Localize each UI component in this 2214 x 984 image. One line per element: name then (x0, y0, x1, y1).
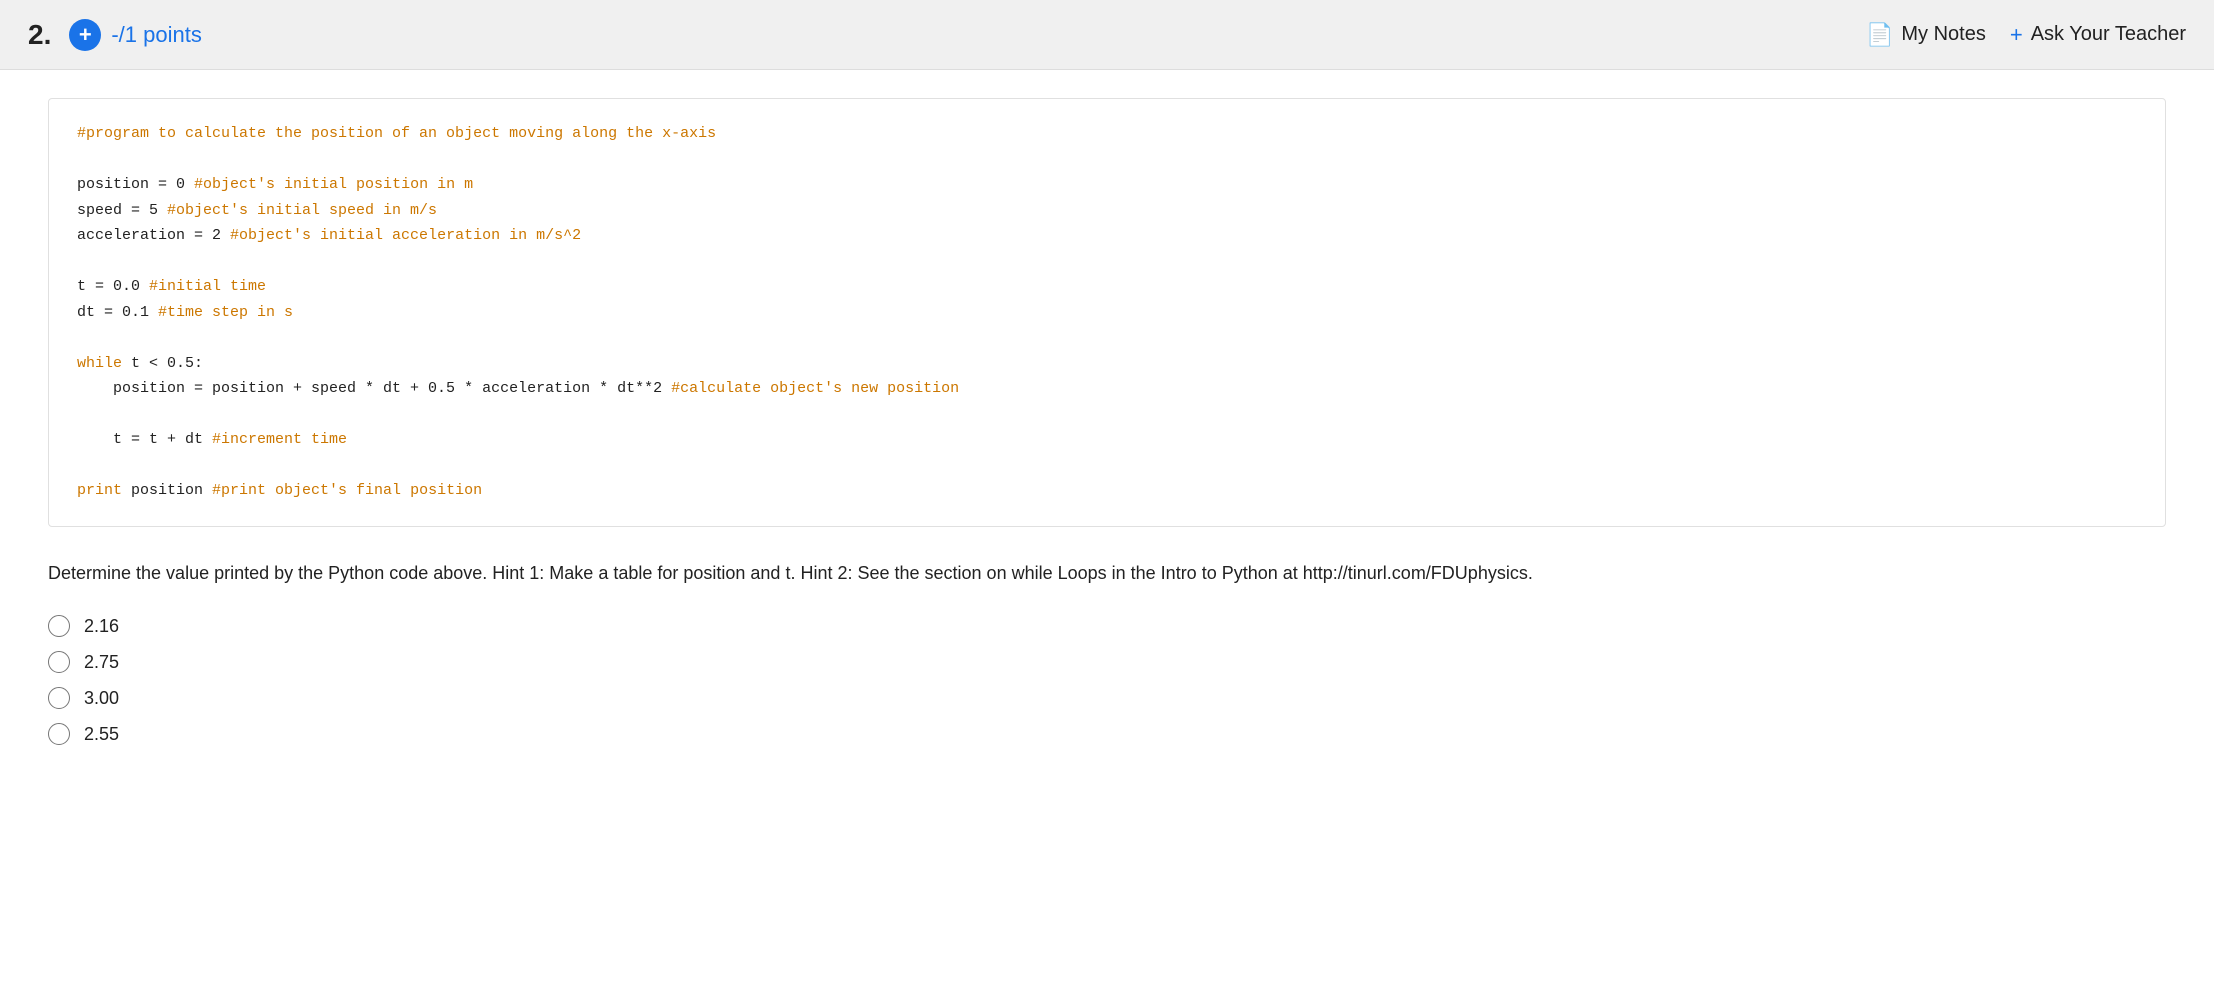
option-label-1[interactable]: 2.16 (84, 616, 119, 637)
code-line-6: dt = 0.1 (77, 304, 158, 321)
code-line-7: t < 0.5: (122, 355, 203, 372)
notes-icon: 📄 (1866, 22, 1893, 48)
code-line-10-comment: #print object's final position (212, 482, 482, 499)
ask-teacher-button[interactable]: + Ask Your Teacher (2010, 22, 2186, 48)
code-line-5: t = 0.0 (77, 278, 149, 295)
code-line-5-comment: #initial time (149, 278, 266, 295)
code-line-9: t = t + dt (77, 431, 212, 448)
page-wrapper: 2. + -/1 points 📄 My Notes + Ask Your Te… (0, 0, 2214, 984)
my-notes-label: My Notes (1901, 23, 1985, 46)
code-line-2: position = 0 (77, 176, 194, 193)
my-notes-button[interactable]: 📄 My Notes (1866, 22, 1986, 48)
option-item-3[interactable]: 3.00 (48, 687, 2166, 709)
code-line-8: position = position + speed * dt + 0.5 *… (77, 380, 671, 397)
header-left: 2. + -/1 points (28, 19, 202, 51)
code-line-3: speed = 5 (77, 202, 167, 219)
radio-option-4[interactable] (48, 723, 70, 745)
option-item-1[interactable]: 2.16 (48, 615, 2166, 637)
option-label-3[interactable]: 3.00 (84, 688, 119, 709)
code-line-3-comment: #object's initial speed in m/s (167, 202, 437, 219)
ask-teacher-icon: + (2010, 22, 2023, 48)
main-content: #program to calculate the position of an… (0, 70, 2214, 785)
code-line-10: position (122, 482, 212, 499)
header-right: 📄 My Notes + Ask Your Teacher (1866, 22, 2186, 48)
radio-option-1[interactable] (48, 615, 70, 637)
code-line-1-comment: #program to calculate the position of an… (77, 125, 716, 142)
code-block: #program to calculate the position of an… (48, 98, 2166, 527)
code-line-4: acceleration = 2 (77, 227, 230, 244)
option-label-4[interactable]: 2.55 (84, 724, 119, 745)
code-while-kw: while (77, 355, 122, 372)
add-points-icon[interactable]: + (69, 19, 101, 51)
code-line-4-comment: #object's initial acceleration in m/s^2 (230, 227, 581, 244)
question-text: Determine the value printed by the Pytho… (48, 559, 2166, 588)
option-label-2[interactable]: 2.75 (84, 652, 119, 673)
points-label: -/1 points (111, 22, 202, 48)
option-item-2[interactable]: 2.75 (48, 651, 2166, 673)
header-bar: 2. + -/1 points 📄 My Notes + Ask Your Te… (0, 0, 2214, 70)
code-print-kw: print (77, 482, 122, 499)
code-line-9-comment: #increment time (212, 431, 347, 448)
code-line-6-comment: #time step in s (158, 304, 293, 321)
ask-teacher-label: Ask Your Teacher (2031, 23, 2186, 46)
code-line-2-comment: #object's initial position in m (194, 176, 473, 193)
option-item-4[interactable]: 2.55 (48, 723, 2166, 745)
radio-option-3[interactable] (48, 687, 70, 709)
question-number: 2. (28, 19, 51, 51)
options-list: 2.16 2.75 3.00 2.55 (48, 615, 2166, 745)
code-line-8-comment: #calculate object's new position (671, 380, 959, 397)
radio-option-2[interactable] (48, 651, 70, 673)
